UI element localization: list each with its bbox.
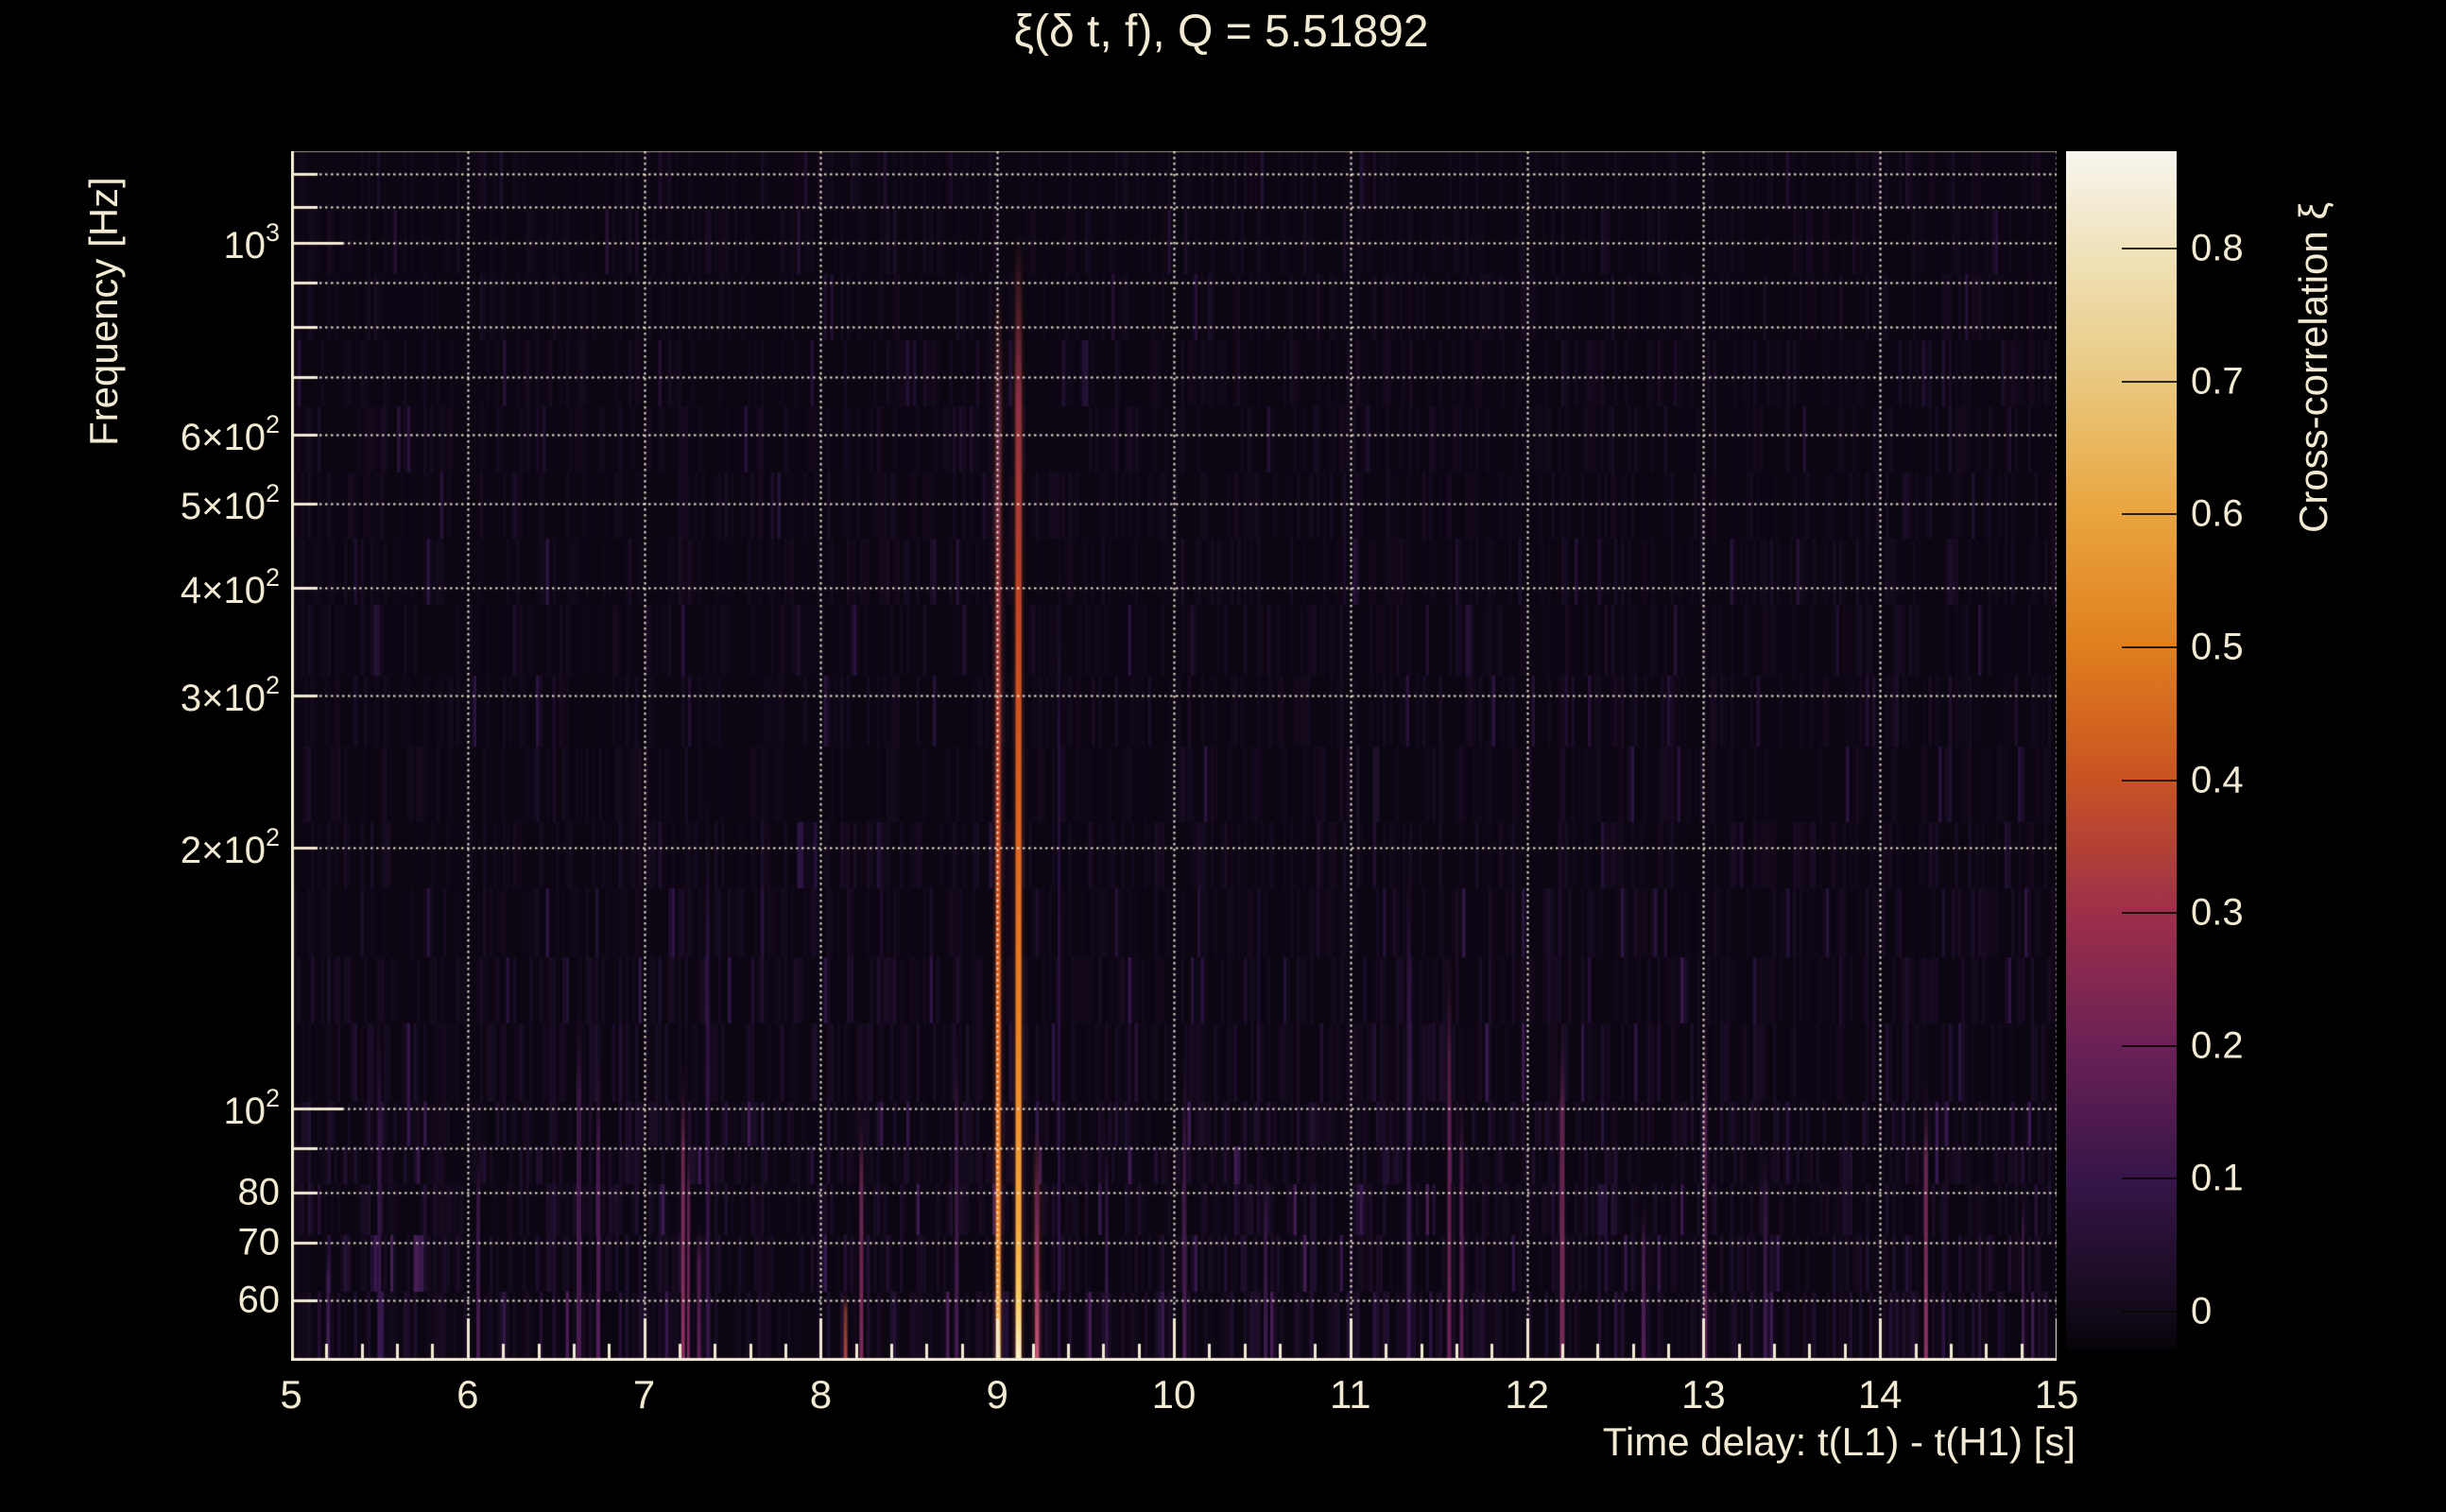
- y-tick-exponent: 3: [265, 218, 280, 247]
- x-tick-label: 13: [1681, 1372, 1726, 1417]
- colorbar-tick-label: 0.2: [2191, 1024, 2244, 1067]
- y-tick-exponent: 2: [265, 1084, 280, 1112]
- y-tick-base: 6×10: [180, 417, 266, 459]
- y-tick-exponent: 2: [265, 823, 280, 852]
- colorbar-tick-label: 0.6: [2191, 492, 2244, 535]
- y-tick-base: 4×10: [180, 569, 266, 611]
- y-tick-label: 5×102: [110, 479, 280, 528]
- y-tick-label: 102: [110, 1084, 280, 1133]
- colorbar-tickmark: [2122, 380, 2177, 383]
- colorbar-tick-label: 0.4: [2191, 759, 2244, 801]
- y-tick-base: 80: [237, 1171, 281, 1213]
- colorbar-tick-label: 0.3: [2191, 891, 2244, 934]
- y-tick-base: 2×10: [180, 830, 266, 872]
- x-tick-label: 10: [1151, 1372, 1197, 1417]
- y-tick-base: 70: [237, 1221, 281, 1263]
- y-tick-base: 5×10: [180, 485, 266, 527]
- y-tick-label: 103: [110, 218, 280, 267]
- colorbar-title: Cross-correlation ξ: [2291, 201, 2335, 533]
- y-tick-base: 10: [223, 225, 266, 266]
- colorbar-tickmark: [2122, 248, 2177, 250]
- colorbar-tickmark: [2122, 1311, 2177, 1313]
- y-tick-label: 70: [110, 1221, 281, 1263]
- cross-correlation-spectrogram: ξ(δ t, f), Q = 5.51892 Frequency [Hz] Ti…: [0, 0, 2446, 1512]
- y-tick-label: 2×102: [110, 823, 280, 872]
- x-tick-label: 6: [456, 1372, 479, 1417]
- x-tick-label: 7: [632, 1372, 656, 1417]
- plot-title: ξ(δ t, f), Q = 5.51892: [1013, 7, 1429, 57]
- colorbar-tick-label: 0.7: [2191, 360, 2244, 403]
- colorbar-tick-label: 0: [2191, 1290, 2213, 1332]
- x-tick-label: 12: [1505, 1372, 1549, 1417]
- y-tick-label: 80: [110, 1171, 281, 1213]
- x-tick-label: 9: [986, 1372, 1008, 1417]
- colorbar-tickmark: [2122, 1044, 2177, 1047]
- colorbar-tickmark: [2122, 646, 2177, 648]
- y-tick-base: 3×10: [180, 677, 266, 719]
- y-tick-base: 60: [237, 1279, 281, 1321]
- x-tick-label: 5: [280, 1372, 302, 1417]
- y-tick-label: 6×102: [110, 410, 280, 459]
- colorbar-tick-label: 0.1: [2191, 1157, 2244, 1199]
- colorbar-tickmark: [2122, 1177, 2177, 1180]
- y-tick-exponent: 2: [265, 410, 280, 439]
- colorbar-tickmark: [2122, 779, 2177, 782]
- y-axis-title: Frequency [Hz]: [81, 177, 126, 446]
- y-tick-label: 60: [110, 1279, 281, 1322]
- y-tick-label: 3×102: [110, 671, 280, 720]
- y-tick-base: 10: [223, 1091, 266, 1132]
- x-tick-label: 11: [1329, 1372, 1371, 1417]
- colorbar-tickmark: [2122, 513, 2177, 516]
- y-tick-label: 4×102: [110, 563, 280, 612]
- x-axis-title: Time delay: t(L1) - t(H1) [s]: [1602, 1419, 2076, 1464]
- x-tick-label: 8: [809, 1372, 833, 1417]
- y-tick-exponent: 2: [265, 562, 280, 592]
- colorbar-tickmark: [2122, 912, 2177, 915]
- y-tick-exponent: 2: [265, 670, 280, 699]
- colorbar-tick-label: 0.8: [2191, 227, 2244, 269]
- x-tick-label: 15: [2034, 1372, 2079, 1417]
- y-tick-exponent: 2: [265, 478, 280, 507]
- colorbar: [2066, 151, 2177, 1349]
- x-tick-label: 14: [1857, 1372, 1903, 1417]
- heatmap-canvas: [291, 151, 2057, 1361]
- colorbar-tick-label: 0.5: [2191, 626, 2244, 668]
